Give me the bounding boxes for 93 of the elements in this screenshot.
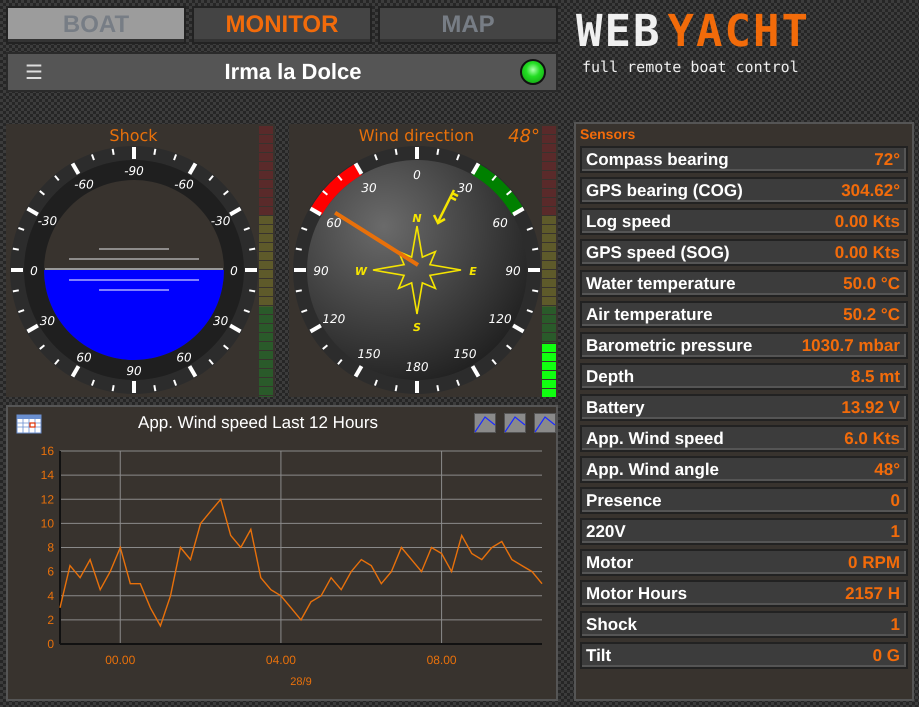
x-axis-label: 28/9 — [290, 676, 312, 688]
scale-label: 30 — [212, 314, 228, 328]
sensor-value: 50.2 °C — [843, 304, 900, 324]
scale-label: 0 — [230, 264, 238, 278]
scale-label: 120 — [488, 312, 512, 326]
sensor-label: Battery — [586, 398, 645, 418]
scale-label: 30 — [456, 180, 472, 195]
logo-text: WEB — [576, 6, 662, 58]
y-tick-label: 2 — [47, 612, 54, 627]
scale-label: -30 — [210, 214, 230, 228]
y-tick-label: 0 — [47, 637, 54, 651]
compass-letter: N — [412, 212, 422, 225]
scale-label: 60 — [176, 350, 192, 365]
x-tick-label: 00.00 — [105, 653, 136, 667]
sensor-label: Compass bearing — [586, 150, 729, 170]
sensor-label: Depth — [586, 366, 634, 386]
sensor-label: GPS bearing (COG) — [586, 180, 743, 200]
y-tick-label: 16 — [40, 444, 54, 458]
y-tick-label: 14 — [40, 468, 54, 482]
sensor-label: App. Wind speed — [586, 428, 724, 448]
scale-label: 180 — [405, 360, 428, 374]
sensor-value: 0.00 Kts — [834, 242, 900, 262]
calendar-icon[interactable] — [16, 412, 42, 434]
sensor-value: 2157 H — [845, 584, 900, 604]
scale-label: 90 — [312, 264, 328, 278]
sensor-value: 0.00 Kts — [834, 212, 900, 232]
chart-type-icon[interactable] — [534, 413, 556, 433]
compass-rose-icon — [372, 225, 462, 315]
sensor-value: 1 — [890, 614, 900, 634]
sensor-label: Motor — [586, 552, 634, 572]
scale-label: 30 — [39, 314, 55, 328]
gauge-title: Wind direction — [358, 126, 474, 145]
sensor-label: Water temperature — [586, 274, 736, 294]
logo-tagline: full remote boat control — [582, 58, 800, 76]
sensor-label: Air temperature — [586, 304, 713, 324]
panel-title: Sensors — [580, 126, 636, 142]
chart-type-icon[interactable] — [504, 413, 526, 433]
compass-letter: E — [468, 265, 476, 278]
sensor-value: 304.62° — [841, 180, 900, 200]
scale-label: 90 — [126, 364, 142, 378]
x-tick-label: 04.00 — [266, 653, 296, 667]
sensor-label: App. Wind angle — [586, 460, 720, 480]
scale-label: 120 — [322, 312, 345, 326]
scale-label: 60 — [492, 216, 508, 230]
wind-arrow-icon — [432, 189, 458, 225]
nav-tab[interactable]: MONITOR — [192, 6, 372, 44]
sensor-value: 13.92 V — [841, 398, 900, 418]
chart-title: App. Wind speed Last 12 Hours — [136, 413, 380, 433]
scale-label: 30 — [360, 180, 376, 195]
scale-label: 60 — [76, 350, 92, 365]
sensor-label: Log speed — [586, 212, 672, 232]
y-tick-label: 8 — [47, 540, 54, 554]
sensor-label: Motor Hours — [586, 584, 688, 604]
y-tick-label: 12 — [40, 492, 54, 506]
sensor-value: 6.0 Kts — [844, 428, 900, 448]
scale-label: 60 — [326, 216, 341, 230]
scale-label: -30 — [37, 214, 57, 228]
scale-label: 0 — [412, 168, 420, 182]
x-tick-label: 08.00 — [426, 653, 457, 667]
sensor-label: Presence — [586, 490, 662, 510]
sensor-value: 1 — [890, 522, 900, 542]
gauge-title: Shock — [109, 126, 158, 145]
scale-label: -90 — [124, 164, 144, 178]
sensor-label: Tilt — [586, 646, 612, 666]
sensor-value: 0 — [890, 490, 900, 510]
scale-label: 150 — [453, 347, 476, 362]
y-tick-label: 10 — [40, 516, 54, 530]
menu-button[interactable]: ☰ — [22, 60, 46, 84]
y-tick-label: 6 — [47, 564, 54, 579]
sensor-label: Shock — [586, 614, 638, 634]
sensor-value: 1030.7 mbar — [802, 336, 900, 356]
boat-name: Irma la Dolce — [224, 59, 362, 85]
chart-type-icon[interactable] — [474, 413, 496, 433]
sensor-value: 72° — [874, 150, 900, 170]
compass-letter: W — [354, 265, 367, 278]
scale-label: -60 — [74, 177, 94, 192]
scale-label: 150 — [357, 347, 380, 362]
scale-label: 0 — [30, 264, 38, 278]
logo-text: YACHT — [667, 6, 810, 58]
sensor-value: 0 RPM — [848, 552, 900, 572]
scale-label: -60 — [174, 177, 194, 192]
sensor-value: 48° — [874, 460, 900, 480]
compass-letter: S — [412, 321, 420, 334]
sensor-value: 8.5 mt — [850, 366, 900, 386]
sensor-label: 220V — [586, 522, 626, 542]
sensor-value: 0 G — [872, 646, 900, 666]
nav-tab[interactable]: MAP — [378, 6, 558, 44]
scale-label: 90 — [504, 264, 520, 278]
sensor-label: Barometric pressure — [586, 336, 752, 356]
gauge-reading: 48° — [508, 126, 540, 147]
sensor-value: 50.0 °C — [843, 274, 900, 294]
sensor-label: GPS speed (SOG) — [586, 242, 730, 262]
y-tick-label: 4 — [47, 588, 54, 603]
